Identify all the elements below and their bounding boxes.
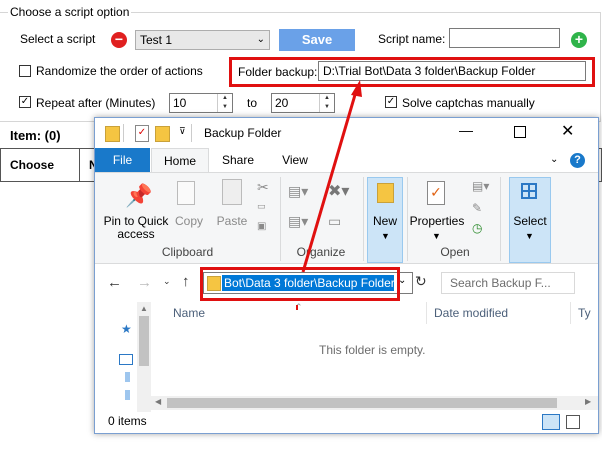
annotation-arrow [296, 80, 362, 310]
